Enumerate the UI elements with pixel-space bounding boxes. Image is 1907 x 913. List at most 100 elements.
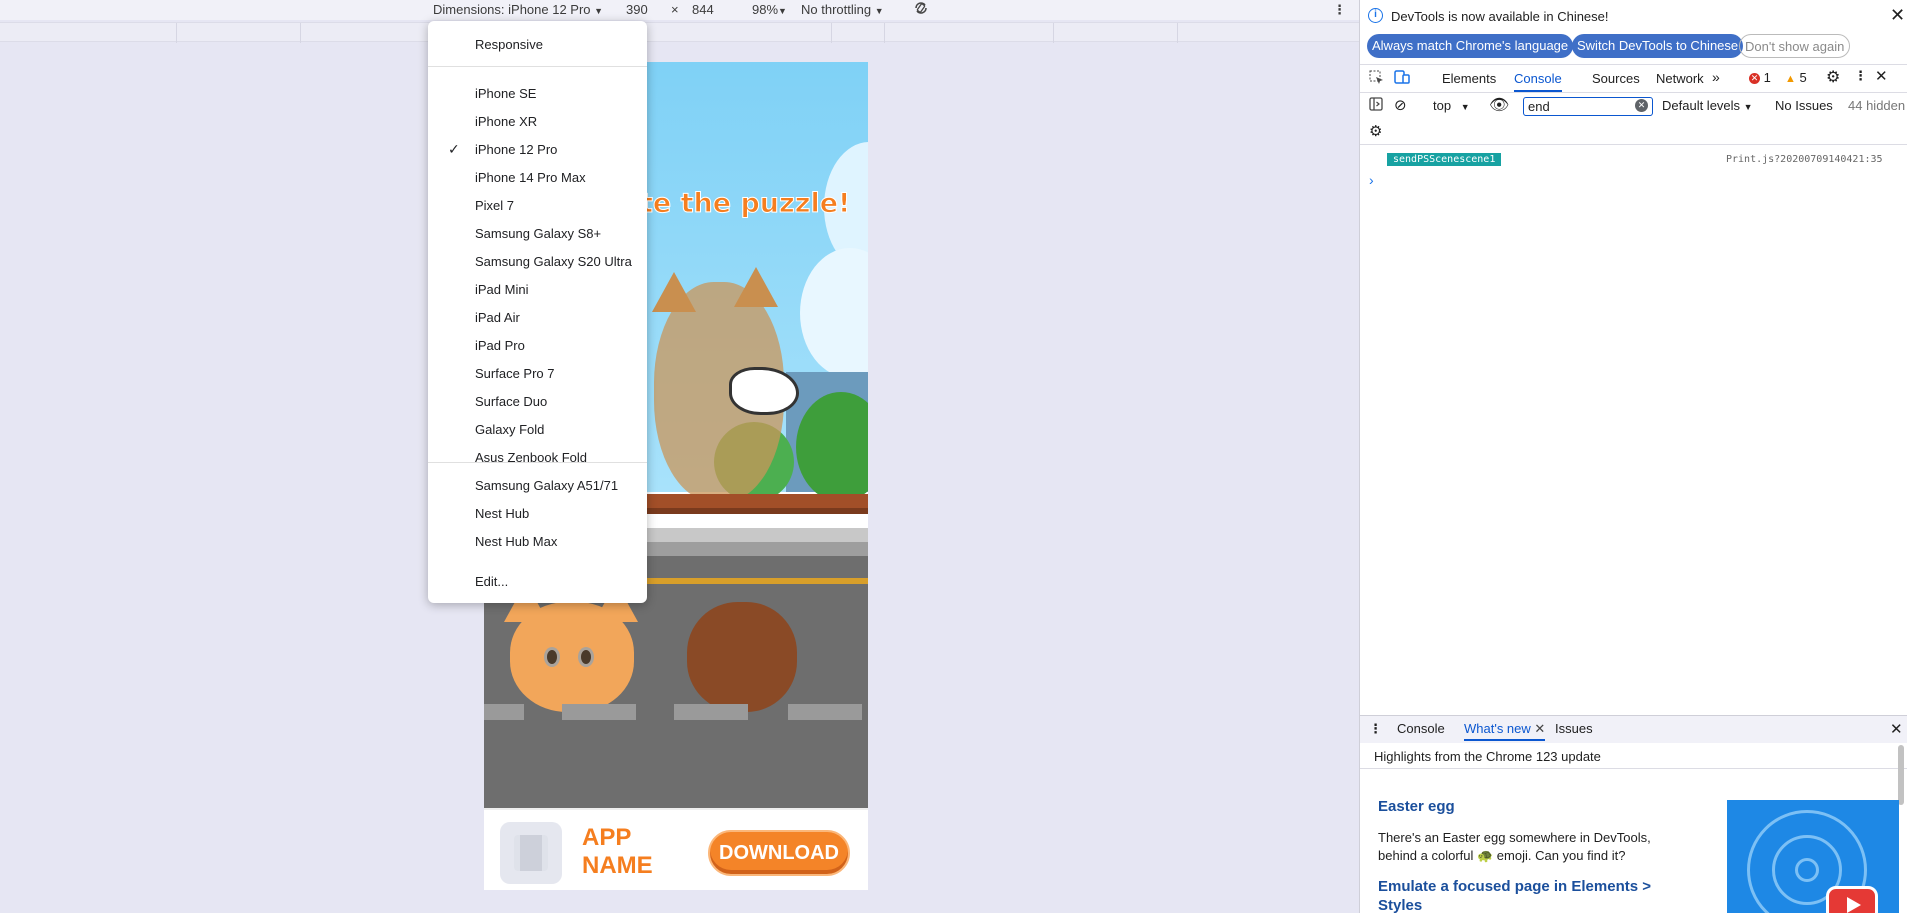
tab-console[interactable]: Console — [1514, 70, 1562, 92]
console-settings-icon[interactable]: ⚙ — [1369, 122, 1382, 140]
menu-item-device[interactable]: Surface Duo — [475, 392, 547, 412]
sidebar-toggle-icon[interactable] — [1369, 97, 1383, 114]
menu-item-responsive[interactable]: Responsive — [475, 35, 543, 55]
close-infobar-icon[interactable]: ✕ — [1890, 5, 1905, 26]
height-input[interactable]: 844 — [692, 2, 714, 17]
close-drawer-icon[interactable]: ✕ — [1890, 720, 1903, 738]
info-icon: i — [1368, 8, 1383, 23]
easter-egg-title[interactable]: Easter egg — [1378, 798, 1455, 815]
ad-banner[interactable]: APP NAME DOWNLOAD — [484, 808, 868, 890]
zoom-dropdown[interactable]: 98%▼ — [752, 2, 787, 17]
emulate-focused-page-title[interactable]: Emulate a focused page in Elements > — [1378, 878, 1651, 895]
dimensions-label: Dimensions: iPhone 12 Pro — [433, 2, 591, 17]
issues-status[interactable]: No Issues — [1775, 98, 1833, 113]
menu-item-device[interactable]: Pixel 7 — [475, 196, 514, 216]
live-expression-eye-icon[interactable]: 👁 — [1489, 95, 1509, 115]
zoom-label: 98% — [752, 2, 779, 17]
log-levels-label: Default levels — [1662, 98, 1741, 113]
device-toggle-icon[interactable] — [1394, 69, 1410, 88]
drawer-menu-icon[interactable]: ⋮ — [1369, 721, 1382, 737]
menu-item-device[interactable]: Samsung Galaxy A51/71 — [475, 476, 618, 496]
menu-item-device[interactable]: Samsung Galaxy S8+ — [475, 224, 601, 244]
tab-network[interactable]: Network — [1656, 70, 1704, 92]
device-dropdown-menu: Responsive iPhone SE iPhone XR iPhone 12 P… — [428, 21, 647, 603]
console-log-message: sendPSScenescene1 — [1387, 153, 1502, 166]
console-log-source-link[interactable]: Print.js?20200709140421:35 — [1726, 154, 1883, 165]
context-label: top — [1433, 98, 1452, 113]
app-name: APP NAME — [582, 824, 653, 879]
menu-item-device[interactable]: Asus Zenbook Fold — [475, 448, 587, 468]
rotate-icon[interactable] — [912, 0, 930, 20]
menu-item-device[interactable]: Samsung Galaxy S20 Ultra — [475, 252, 632, 272]
language-infobar-text: DevTools is now available in Chinese! — [1391, 9, 1609, 24]
always-match-language-button[interactable]: Always match Chrome's language — [1367, 34, 1574, 58]
tab-sources[interactable]: Sources — [1592, 70, 1640, 92]
console-prompt-icon[interactable]: › — [1369, 172, 1374, 188]
device-viewport: Dimensions: iPhone 12 Pro ▼ 390 × 844 98… — [0, 0, 1359, 913]
tab-elements[interactable]: Elements — [1442, 70, 1496, 92]
devtools-drawer: ⋮ Console What's new ✕ Issues ✕ Highlights… — [1360, 715, 1907, 913]
warning-icon: ▲ — [1785, 73, 1796, 85]
drawer-tab-issues[interactable]: Issues — [1555, 721, 1593, 741]
menu-item-device[interactable]: iPad Air — [475, 308, 520, 328]
caret-down-icon: ▼ — [778, 6, 787, 16]
log-levels-dropdown[interactable]: Default levels ▼ — [1662, 98, 1753, 113]
close-devtools-icon[interactable]: ✕ — [1875, 67, 1888, 85]
error-icon: ✕ — [1749, 73, 1760, 85]
drawer-tab-label: Console — [1397, 721, 1445, 736]
caret-down-icon: ▼ — [594, 6, 604, 16]
drawer-tab-console[interactable]: Console — [1397, 721, 1445, 741]
easter-egg-text-2: behind a colorful 🐢 emoji. Can you find … — [1378, 848, 1626, 863]
easter-egg-text-1: There's an Easter egg somewhere in DevTo… — [1378, 830, 1651, 845]
drawer-scrollbar[interactable] — [1898, 745, 1904, 805]
whats-new-video-thumbnail[interactable] — [1727, 800, 1899, 913]
width-input[interactable]: 390 — [626, 2, 648, 17]
close-tab-icon[interactable]: ✕ — [1531, 721, 1545, 736]
menu-item-device[interactable]: iPhone 12 Pro — [475, 140, 557, 160]
menu-item-device[interactable]: iPad Pro — [475, 336, 525, 356]
caret-down-icon: ▼ — [874, 6, 884, 16]
error-count[interactable]: ✕ 1 — [1749, 70, 1771, 85]
drawer-tab-what-s-new[interactable]: What's new ✕ — [1464, 721, 1546, 741]
menu-item-device[interactable]: iPhone SE — [475, 84, 536, 104]
throttling-label: No throttling — [801, 2, 872, 17]
error-count-label: 1 — [1763, 70, 1771, 85]
hidden-messages-count: 44 hidden — [1848, 98, 1906, 113]
more-menu-icon[interactable]: ⋮ — [1854, 68, 1867, 84]
emulate-focused-page-title-2[interactable]: Styles — [1378, 897, 1422, 913]
media-query-ruler — [0, 22, 1359, 43]
download-button[interactable]: DOWNLOAD — [708, 830, 850, 876]
menu-item-device[interactable]: Nest Hub Max — [475, 532, 557, 552]
dimensions-dropdown[interactable]: Dimensions: iPhone 12 Pro ▼ — [433, 2, 603, 17]
caret-down-icon: ▼ — [1743, 102, 1753, 112]
throttling-dropdown[interactable]: No throttling ▼ — [801, 2, 884, 17]
context-selector[interactable]: top ▼ — [1433, 98, 1470, 113]
clear-filter-icon[interactable]: ✕ — [1635, 99, 1648, 112]
menu-item-edit[interactable]: Edit... — [475, 572, 508, 592]
device-toolbar: Dimensions: iPhone 12 Pro ▼ 390 × 844 98… — [0, 0, 1359, 20]
menu-item-device[interactable]: iPhone 14 Pro Max — [475, 168, 586, 188]
settings-gear-icon[interactable]: ⚙ — [1826, 67, 1840, 87]
more-tabs-icon[interactable]: » — [1712, 69, 1720, 85]
menu-item-device[interactable]: Nest Hub — [475, 504, 529, 524]
times-icon: × — [671, 2, 679, 17]
dont-show-again-button[interactable]: Don't show again — [1739, 34, 1851, 58]
caret-down-icon: ▼ — [1460, 102, 1470, 112]
puzzle-headline: te the puzzle! — [639, 188, 851, 220]
menu-item-device[interactable]: iPhone XR — [475, 112, 537, 132]
warning-count[interactable]: ▲ 5 — [1785, 70, 1807, 85]
inspect-element-icon[interactable] — [1369, 70, 1384, 88]
menu-item-device[interactable]: iPad Mini — [475, 280, 528, 300]
drawer-tab-bar: ⋮ Console What's new ✕ Issues ✕ — [1360, 715, 1907, 743]
warning-count-label: 5 — [1799, 70, 1807, 85]
youtube-play-icon[interactable] — [1826, 886, 1878, 913]
devtools-panel: i DevTools is now available in Chinese! … — [1359, 0, 1907, 913]
menu-item-device[interactable]: Galaxy Fold — [475, 420, 544, 440]
more-options-icon[interactable]: ⋮ — [1333, 2, 1346, 18]
menu-item-device[interactable]: Surface Pro 7 — [475, 364, 555, 384]
switch-to-chinese-button[interactable]: Switch DevTools to Chinese — [1572, 34, 1744, 58]
checkmark-icon: ✓ — [448, 141, 460, 157]
console-filter-input[interactable]: end — [1523, 97, 1653, 116]
app-icon — [500, 822, 562, 884]
clear-console-icon[interactable]: ⊘ — [1394, 96, 1407, 114]
